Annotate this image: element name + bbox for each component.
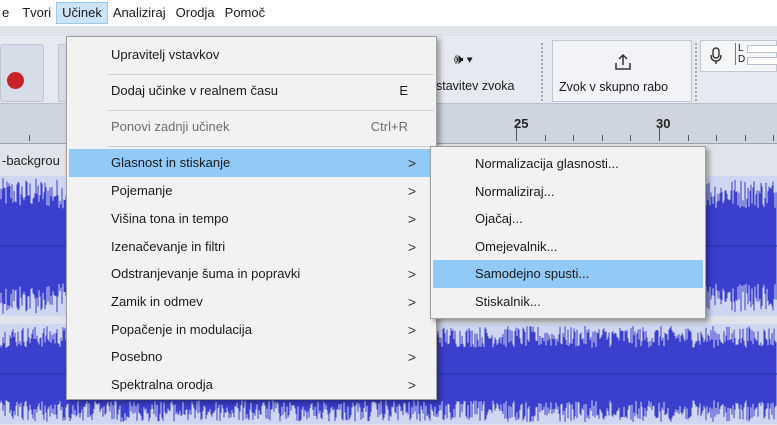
menu-item-label: Ojačaj... (475, 211, 523, 226)
meter-channels: L D (735, 43, 745, 65)
menu-item-label: Dodaj učinke v realnem času (111, 83, 278, 98)
menu-generate[interactable]: Tvori (17, 2, 56, 24)
submenu-arrow-icon: > (407, 322, 416, 338)
menu-item-eq-filters[interactable]: Izenačevanje in filtri > (69, 233, 434, 261)
submenu-item-auto-duck[interactable]: Samodejno spusti... (433, 260, 703, 288)
menu-item-label: Normalizacija glasnosti... (475, 156, 619, 171)
menu-item-label: Izenačevanje in filtri (111, 239, 226, 254)
microphone-icon (710, 47, 722, 64)
toolbar-grip[interactable] (540, 42, 544, 102)
menu-item-label: Posebno (111, 349, 163, 364)
menu-item-label: Popačenje in modulacija (111, 322, 252, 337)
toolbar-grip[interactable] (694, 42, 698, 102)
ruler-tick (545, 135, 546, 141)
submenu-item-loudness-normalization[interactable]: Normalizacija glasnosti... (433, 150, 703, 178)
effect-menu: Upravitelj vstavkov Dodaj učinke v realn… (66, 36, 437, 400)
submenu-arrow-icon: > (407, 211, 416, 227)
ruler-tick (516, 127, 517, 141)
menu-item-label: Ponovi zadnji učinek (111, 119, 230, 134)
submenu-item-normalize[interactable]: Normaliziraj... (433, 178, 703, 206)
submenu-arrow-icon: > (407, 377, 416, 393)
menu-separator (107, 74, 434, 75)
meter-bar-right (747, 57, 777, 65)
menu-tools[interactable]: Orodja (171, 2, 220, 24)
menu-item-special[interactable]: Posebno > (69, 343, 434, 371)
ruler-tick (602, 135, 603, 141)
menu-effect[interactable]: Učinek (56, 2, 108, 24)
menu-item-label: Višina tona in tempo (111, 211, 229, 226)
submenu-arrow-icon: > (407, 294, 416, 310)
share-audio-label: Zvok v skupno rabo (559, 80, 669, 94)
menu-item-distortion-modulation[interactable]: Popačenje in modulacija > (69, 316, 434, 344)
menu-item-label: Odstranjevanje šuma in popravki (111, 266, 301, 281)
submenu-item-limiter[interactable]: Omejevalnik... (433, 233, 703, 261)
record-icon (7, 72, 24, 89)
submenu-item-compressor[interactable]: Stiskalnik... (433, 288, 703, 316)
menu-separator (107, 110, 434, 111)
menu-item-label: Pojemanje (111, 183, 173, 198)
menu-item-label: Spektralna orodja (111, 377, 213, 392)
menu-item-fading[interactable]: Pojemanje > (69, 177, 434, 205)
submenu-arrow-icon: > (407, 266, 416, 282)
audio-setup-label: stavitev zvoka (436, 79, 515, 93)
ruler-tick (29, 135, 30, 141)
share-icon (615, 53, 631, 70)
menu-item-label: Stiskalnik... (475, 294, 541, 309)
menu-item-label: Zamik in odmev (111, 294, 203, 309)
ruler-tick (630, 135, 631, 141)
meter-right-label: D (738, 54, 746, 65)
ruler-tick (659, 127, 660, 141)
menu-item-spectral-tools[interactable]: Spektralna orodja > (69, 371, 434, 399)
submenu-item-amplify[interactable]: Ojačaj... (433, 205, 703, 233)
share-audio-button[interactable]: Zvok v skupno rabo (552, 40, 692, 102)
menubar: e Tvori Učinek Analiziraj Orodja Pomoč (0, 0, 777, 26)
menu-item-label: Omejevalnik... (475, 239, 558, 254)
audio-setup-button[interactable]: 🕪 ▾ stavitev zvoka (436, 40, 532, 102)
ruler-tick (773, 135, 774, 141)
menu-item-plugin-manager[interactable]: Upravitelj vstavkov (69, 41, 434, 69)
menu-help[interactable]: Pomoč (220, 2, 270, 24)
menu-item-repeat-last-effect: Ponovi zadnji učinek Ctrl+R (69, 113, 434, 141)
menu-item-add-realtime-effects[interactable]: Dodaj učinke v realnem času E (69, 77, 434, 105)
menu-item-noise-removal[interactable]: Odstranjevanje šuma in popravki > (69, 260, 434, 288)
volume-compression-submenu: Normalizacija glasnosti... Normaliziraj.… (430, 146, 706, 319)
menu-item-label: Glasnost in stiskanje (111, 155, 231, 170)
submenu-arrow-icon: > (407, 155, 416, 171)
ruler-tick (716, 135, 717, 141)
menu-item-shortcut: Ctrl+R (370, 119, 408, 134)
menu-analyze[interactable]: Analiziraj (108, 2, 171, 24)
submenu-arrow-icon: > (407, 239, 416, 255)
ruler-tick (573, 135, 574, 141)
meter-left-label: L (738, 43, 744, 54)
menu-separator (107, 146, 434, 147)
menu-item-shortcut: E (399, 83, 408, 98)
menu-file-partial[interactable]: e (0, 2, 17, 24)
menu-item-delay-reverb[interactable]: Zamik in odmev > (69, 288, 434, 316)
ruler-tick (745, 135, 746, 141)
submenu-arrow-icon: > (407, 349, 416, 365)
menu-item-label: Samodejno spusti... (475, 266, 590, 281)
recording-meter[interactable]: L D (700, 40, 777, 72)
menu-item-label: Upravitelj vstavkov (111, 47, 220, 62)
record-button[interactable] (0, 44, 44, 102)
meter-bar-left (747, 45, 777, 53)
speaker-icon: 🕪 ▾ (454, 51, 473, 68)
submenu-arrow-icon: > (407, 183, 416, 199)
menu-item-pitch-tempo[interactable]: Višina tona in tempo > (69, 205, 434, 233)
menu-item-label: Normaliziraj... (475, 184, 555, 199)
ruler-tick (688, 135, 689, 141)
menu-item-volume-compression[interactable]: Glasnost in stiskanje > (69, 149, 434, 177)
